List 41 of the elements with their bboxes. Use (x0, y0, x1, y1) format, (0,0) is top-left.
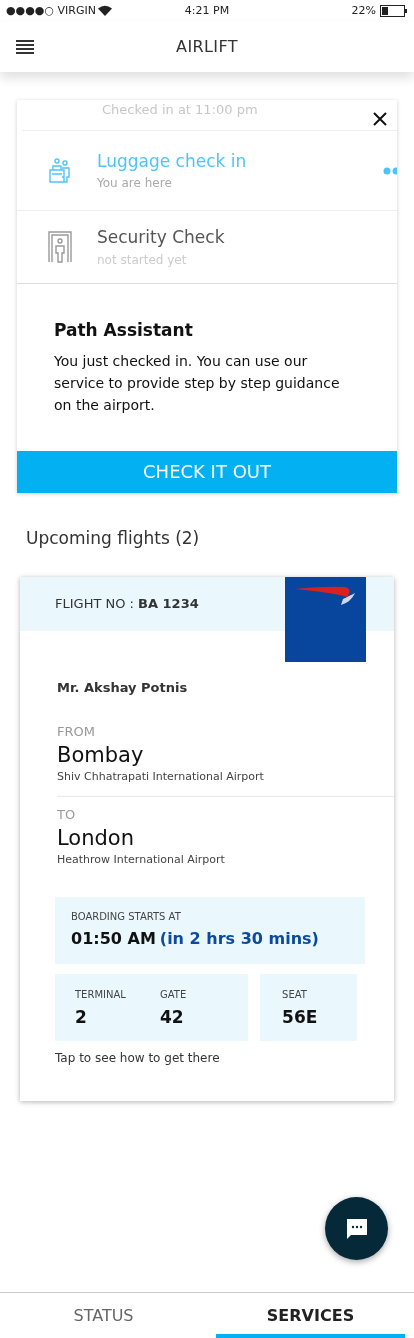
chat-button[interactable] (325, 1197, 388, 1260)
step-subtitle: You are here (97, 175, 173, 193)
info-value: 56E (282, 1005, 319, 1029)
assistant-title: Path Assistant (54, 319, 194, 342)
assistant-text: You just checked in. You can use our service to provide step by step guidance on the airport. (54, 351, 341, 415)
chat-bubble-icon (344, 1216, 369, 1241)
passenger-name: Mr. Akshay Potnis (57, 679, 189, 697)
clock: 4:21 PM (184, 2, 230, 19)
city-name: Bombay (57, 742, 145, 769)
step-title: Security Check (97, 226, 225, 250)
security-gate-icon (47, 231, 72, 263)
wifi-icon (98, 5, 112, 16)
step-title: Luggage check in (97, 149, 247, 173)
battery-icon (380, 5, 408, 17)
boarding-label: BOARDING STARTS AT (71, 909, 182, 924)
app-title: AIRLIFT (176, 36, 238, 58)
info-value: 2 (75, 1005, 88, 1029)
route-label: FROM (57, 722, 96, 741)
step-title: Checked in at 11:00 pm (102, 101, 258, 119)
progress-dots-icon (383, 167, 397, 175)
route-label: TO (57, 805, 77, 824)
bottom-tab[interactable]: STATUS (0, 1293, 207, 1338)
info-label: SEAT (282, 987, 308, 1002)
info-label: GATE (160, 987, 188, 1002)
airport-name: Heathrow International Airport (57, 852, 226, 868)
flight-number: FLIGHT NO : BA 1234 (55, 595, 199, 614)
boarding-countdown: (in 2 hrs 30 mins) (159, 927, 319, 950)
carrier-label: ●●●●○ VIRGIN (6, 2, 96, 19)
battery-percent: 22% (351, 2, 376, 19)
close-icon (373, 112, 387, 126)
bottom-tab[interactable]: SERVICES (207, 1293, 414, 1338)
info-value: 42 (160, 1005, 185, 1029)
close-button[interactable] (373, 112, 387, 126)
info-label: TERMINAL (75, 987, 127, 1002)
menu-button[interactable] (16, 39, 34, 55)
city-name: London (57, 825, 135, 852)
boarding-time: 01:50 AM (71, 927, 156, 950)
directions-hint: Tap to see how to get there (55, 1049, 221, 1067)
airport-name: Shiv Chhatrapati International Airport (57, 769, 265, 785)
section-heading: Upcoming flights (2) (26, 526, 201, 550)
luggage-counter-icon (46, 157, 73, 184)
